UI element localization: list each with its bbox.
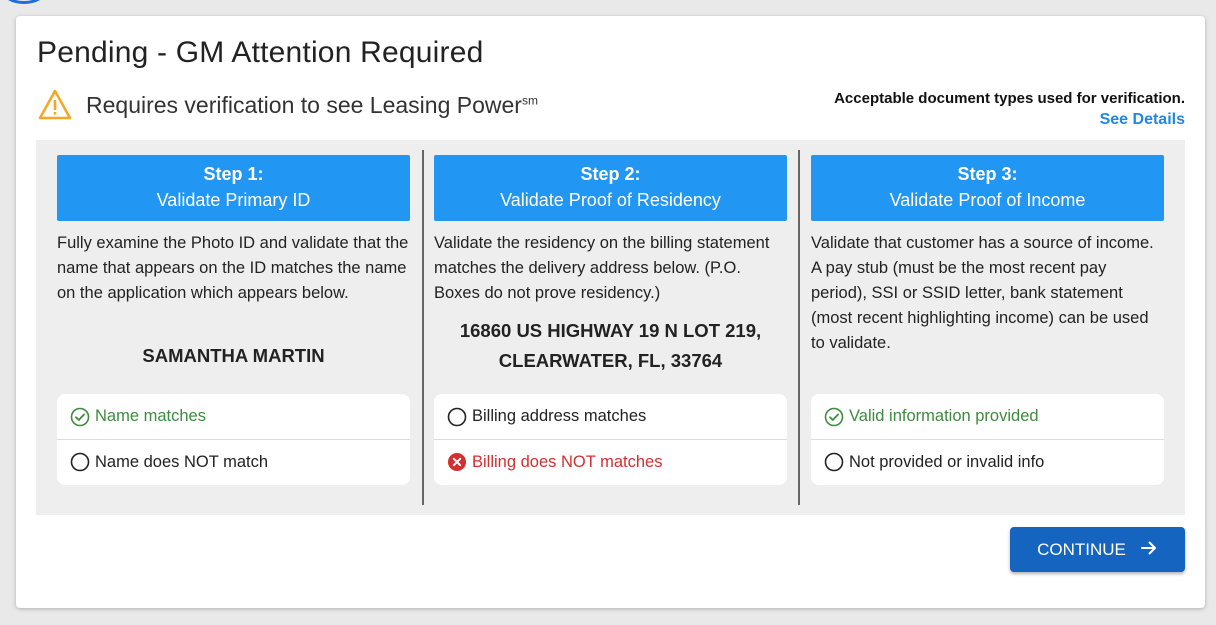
applicant-name: SAMANTHA MARTIN — [142, 345, 325, 366]
step-3-column: Step 3: Validate Proof of Income Validat… — [811, 155, 1164, 352]
warning-triangle-icon — [38, 89, 72, 120]
step-2-number: Step 2: — [580, 164, 641, 184]
option-label: Name matches — [95, 407, 206, 425]
delivery-address: 16860 US HIGHWAY 19 N LOT 219, CLEARWATE… — [434, 316, 787, 376]
document-types-label: Acceptable document types used for verif… — [834, 90, 1185, 107]
check-circle-icon — [70, 407, 90, 426]
option-billing-not-match[interactable]: Billing does NOT matches — [434, 439, 787, 484]
check-circle-icon — [824, 407, 844, 426]
step-3-number: Step 3: — [957, 164, 1018, 184]
page-title: Pending - GM Attention Required — [37, 36, 484, 69]
step-2-column: Step 2: Validate Proof of Residency Vali… — [434, 155, 787, 376]
continue-label: CONTINUE — [1037, 539, 1126, 559]
step-1-options: Name matches Name does NOT match — [57, 394, 410, 485]
verification-card: Pending - GM Attention Required Requires… — [16, 16, 1205, 608]
step-3-title: Validate Proof of Income — [889, 190, 1086, 210]
radio-empty-icon — [70, 452, 90, 472]
option-label: Billing address matches — [472, 407, 647, 425]
document-types-info: Acceptable document types used for verif… — [834, 90, 1185, 129]
step-1-title: Validate Primary ID — [156, 190, 311, 210]
warning-text: Requires verification to see Leasing Pow… — [86, 91, 538, 118]
option-valid-info[interactable]: Valid information provided — [811, 394, 1164, 439]
arrow-right-icon — [1140, 539, 1158, 561]
step-1-column: Step 1: Validate Primary ID Fully examin… — [57, 155, 410, 371]
option-label: Billing does NOT matches — [472, 452, 663, 471]
option-name-not-match[interactable]: Name does NOT match — [57, 439, 410, 484]
option-name-matches[interactable]: Name matches — [57, 394, 410, 439]
step-divider — [798, 150, 800, 505]
verification-steps: Step 1: Validate Primary ID Fully examin… — [36, 140, 1185, 515]
error-circle-icon — [448, 453, 466, 471]
option-invalid-info[interactable]: Not provided or invalid info — [811, 439, 1164, 484]
step-2-header: Step 2: Validate Proof of Residency — [434, 155, 787, 221]
service-mark: sm — [521, 92, 538, 107]
step-2-options: Billing address matches Billing does NOT… — [434, 394, 787, 485]
step-3-header: Step 3: Validate Proof of Income — [811, 155, 1164, 221]
radio-empty-icon — [824, 452, 844, 472]
continue-button[interactable]: CONTINUE — [1010, 527, 1185, 572]
step-2-title: Validate Proof of Residency — [500, 190, 721, 210]
verification-warning: Requires verification to see Leasing Pow… — [38, 89, 538, 121]
step-1-description: Fully examine the Photo ID and validate … — [57, 234, 409, 302]
radio-empty-icon — [447, 407, 467, 426]
see-details-link[interactable]: See Details — [834, 111, 1185, 129]
brand-logo-partial — [2, 0, 46, 4]
step-1-header: Step 1: Validate Primary ID — [57, 155, 410, 221]
option-label: Valid information provided — [849, 407, 1039, 425]
option-label: Name does NOT match — [95, 452, 269, 471]
step-2-description: Validate the residency on the billing st… — [434, 234, 770, 302]
address-line-1: 16860 US HIGHWAY 19 N LOT 219, — [459, 320, 762, 341]
step-3-options: Valid information provided Not provided … — [811, 394, 1164, 485]
step-divider — [422, 150, 424, 505]
step-1-number: Step 1: — [203, 164, 264, 184]
address-line-2: CLEARWATER, FL, 33764 — [498, 350, 723, 371]
step-3-description: Validate that customer has a source of i… — [811, 234, 1154, 352]
option-label: Not provided or invalid info — [849, 452, 1045, 471]
option-billing-matches[interactable]: Billing address matches — [434, 394, 787, 439]
